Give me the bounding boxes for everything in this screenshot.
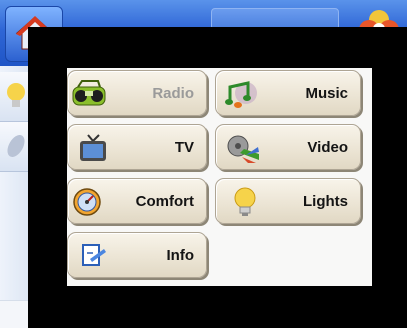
- radio-button[interactable]: Radio: [67, 70, 207, 116]
- lights-button[interactable]: Lights: [215, 178, 361, 224]
- pen-icon: [7, 135, 25, 157]
- music-label: Music: [305, 85, 348, 102]
- comfort-label: Comfort: [135, 193, 194, 210]
- thermostat-icon: [73, 188, 101, 216]
- main-menu-panel: Radio Music TV Video Comfort Lights Info: [67, 68, 372, 286]
- sidebar-lights-button[interactable]: [0, 72, 30, 122]
- info-button[interactable]: Info: [67, 232, 207, 278]
- radio-icon: [72, 80, 106, 106]
- lights-label: Lights: [303, 193, 348, 210]
- video-button[interactable]: Video: [215, 124, 361, 170]
- info-label: Info: [166, 247, 195, 264]
- radio-label: Radio: [152, 85, 194, 102]
- comfort-button[interactable]: Comfort: [67, 178, 207, 224]
- tv-label: TV: [174, 139, 194, 156]
- tv-button[interactable]: TV: [67, 124, 207, 170]
- info-document-icon: [82, 244, 106, 266]
- music-notes-icon: [225, 81, 257, 108]
- film-reel-icon: [227, 135, 259, 163]
- television-icon: [80, 134, 106, 161]
- background-sidebar: [0, 66, 30, 328]
- sidebar-tool-button[interactable]: [0, 122, 30, 172]
- light-bulb-icon: [7, 83, 25, 107]
- music-button[interactable]: Music: [215, 70, 361, 116]
- video-label: Video: [307, 139, 348, 156]
- light-bulb-icon: [234, 187, 256, 216]
